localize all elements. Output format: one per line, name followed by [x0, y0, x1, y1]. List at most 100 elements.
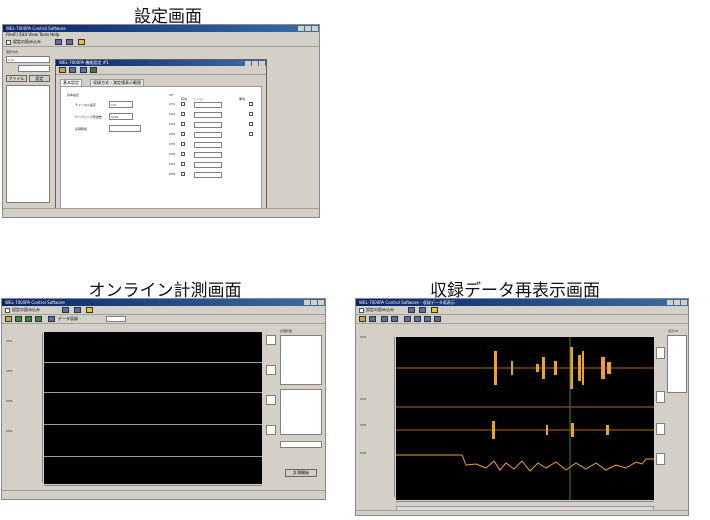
channel-select[interactable]: 1ch: [109, 101, 133, 108]
load-settings-checkbox[interactable]: [6, 40, 11, 45]
online-channel-baseline: [44, 456, 262, 457]
playback-next-icon[interactable]: [434, 316, 441, 322]
dialog-save-icon[interactable]: [59, 67, 66, 73]
channel-row: CH4: [169, 132, 176, 136]
range-select[interactable]: [194, 122, 222, 128]
online-channel-label: CH4: [6, 429, 13, 433]
playback-cursor-icon[interactable]: [404, 316, 411, 322]
online-settings-icon[interactable]: [48, 316, 55, 322]
dialog-print-icon[interactable]: [80, 67, 87, 73]
playback-prev-icon[interactable]: [424, 316, 431, 322]
playback-save2-icon[interactable]: [369, 316, 376, 322]
note-checkbox[interactable]: [249, 112, 253, 116]
tab-content: 基本設定 チャンネル設定 1ch サンプリング周波数 1kHz 記録時間 CH …: [60, 86, 262, 217]
left-list[interactable]: [6, 85, 50, 203]
online-stop-icon[interactable]: [25, 316, 32, 322]
channel-row: CH2: [169, 112, 176, 116]
playback-scroll-control[interactable]: [656, 423, 665, 435]
playback-statusbar: [356, 510, 688, 515]
left-file-button[interactable]: ファイル: [6, 75, 27, 82]
channel-header-ch: CH: [169, 93, 174, 97]
range-select[interactable]: [194, 172, 222, 178]
save-icon[interactable]: [55, 39, 62, 45]
online-folder-icon[interactable]: [5, 316, 12, 322]
open-icon[interactable]: [66, 39, 73, 45]
playback-save-icon[interactable]: [408, 307, 415, 313]
online-window-buttons[interactable]: [304, 300, 324, 305]
playback-open-icon[interactable]: [419, 307, 426, 313]
online-status-list: [280, 335, 322, 385]
enable-checkbox[interactable]: [181, 152, 185, 156]
channel-header-enable: 有効: [181, 97, 188, 101]
online-start-icon[interactable]: [15, 316, 22, 322]
note-checkbox[interactable]: [249, 122, 253, 126]
left-settings-button[interactable]: 設定: [29, 75, 50, 82]
playback-window-buttons[interactable]: [667, 300, 687, 305]
playback-plot-area: [396, 337, 654, 500]
tab-basic[interactable]: 基本設定: [60, 79, 82, 86]
channel-header-range: レンジ: [194, 97, 204, 101]
dialog-arrow-icon[interactable]: [90, 67, 97, 73]
help-icon[interactable]: [78, 39, 85, 45]
settings-window-buttons[interactable]: [298, 26, 318, 31]
tab-recording[interactable]: 収録方式・測定値表示範囲: [90, 79, 144, 86]
form-label-1: サンプリング周波数: [75, 115, 102, 119]
playback-scroll-control[interactable]: [656, 391, 665, 403]
online-value-field[interactable]: [280, 441, 322, 448]
online-record-icon[interactable]: [35, 316, 42, 322]
enable-checkbox[interactable]: [181, 112, 185, 116]
online-statusbar: [2, 490, 325, 499]
enable-checkbox[interactable]: [181, 132, 185, 136]
online-scroll-control[interactable]: [266, 395, 276, 405]
enable-checkbox[interactable]: [181, 142, 185, 146]
playback-screenshot: WEL-7000PA Control Software - 収録データ再表示 設…: [355, 298, 689, 516]
enable-checkbox[interactable]: [181, 162, 185, 166]
dialog-open-icon[interactable]: [69, 67, 76, 73]
group-title: 基本設定: [67, 93, 80, 97]
note-checkbox[interactable]: [249, 102, 253, 106]
range-select[interactable]: [194, 152, 222, 158]
playback-load-settings-checkbox[interactable]: [359, 308, 364, 313]
playback-zoom-in-icon[interactable]: [381, 316, 388, 322]
channel-row: CH3: [169, 122, 176, 126]
online-load-settings-checkbox[interactable]: [5, 308, 10, 313]
playback-channel-list[interactable]: [667, 335, 687, 393]
playback-zoom-out-icon[interactable]: [391, 316, 398, 322]
note-checkbox[interactable]: [249, 132, 253, 136]
online-toolbar-field[interactable]: [106, 316, 126, 322]
enable-checkbox[interactable]: [181, 122, 185, 126]
online-start-button[interactable]: 計測開始: [285, 469, 317, 477]
online-open-icon[interactable]: [74, 307, 81, 313]
playback-help-icon[interactable]: [431, 307, 438, 313]
online-channel-label: CH3: [6, 399, 13, 403]
online-scroll-control[interactable]: [266, 335, 276, 345]
online-load-settings-label: 設定の読み込み: [12, 307, 40, 312]
online-toolbar-text: データ収録: [58, 316, 78, 321]
dialog-window-buttons[interactable]: [245, 60, 265, 66]
playback-scroll-control[interactable]: [656, 453, 665, 465]
measure-mode-input[interactable]: [18, 65, 50, 72]
online-scroll-control[interactable]: [266, 425, 276, 435]
record-time-input[interactable]: [109, 125, 141, 132]
measure-mode-select[interactable]: 1 ch: [6, 56, 50, 63]
enable-checkbox[interactable]: [181, 102, 185, 106]
online-right-panel-title: 計測状態: [280, 329, 293, 333]
settings-titlebar: WEL-7000PA Control Software: [3, 25, 319, 32]
channel-row: CH8: [169, 172, 176, 176]
range-select[interactable]: [194, 102, 222, 108]
range-select[interactable]: [194, 142, 222, 148]
settings-toolbar: 設定の読み込み: [3, 38, 319, 47]
range-select[interactable]: [194, 162, 222, 168]
playback-fit-icon[interactable]: [414, 316, 421, 322]
range-select[interactable]: [194, 132, 222, 138]
playback-folder-icon[interactable]: [359, 316, 366, 322]
online-save-icon[interactable]: [62, 307, 69, 313]
enable-checkbox[interactable]: [181, 172, 185, 176]
settings-screenshot: WEL-7000PA Control Software File(F) Edit…: [2, 24, 320, 218]
playback-scroll-control[interactable]: [656, 347, 665, 359]
online-help-icon[interactable]: [86, 307, 93, 313]
online-scroll-control[interactable]: [266, 365, 276, 375]
sampling-select[interactable]: 1kHz: [109, 113, 133, 120]
range-select[interactable]: [194, 112, 222, 118]
dialog-toolbar: [56, 67, 266, 75]
